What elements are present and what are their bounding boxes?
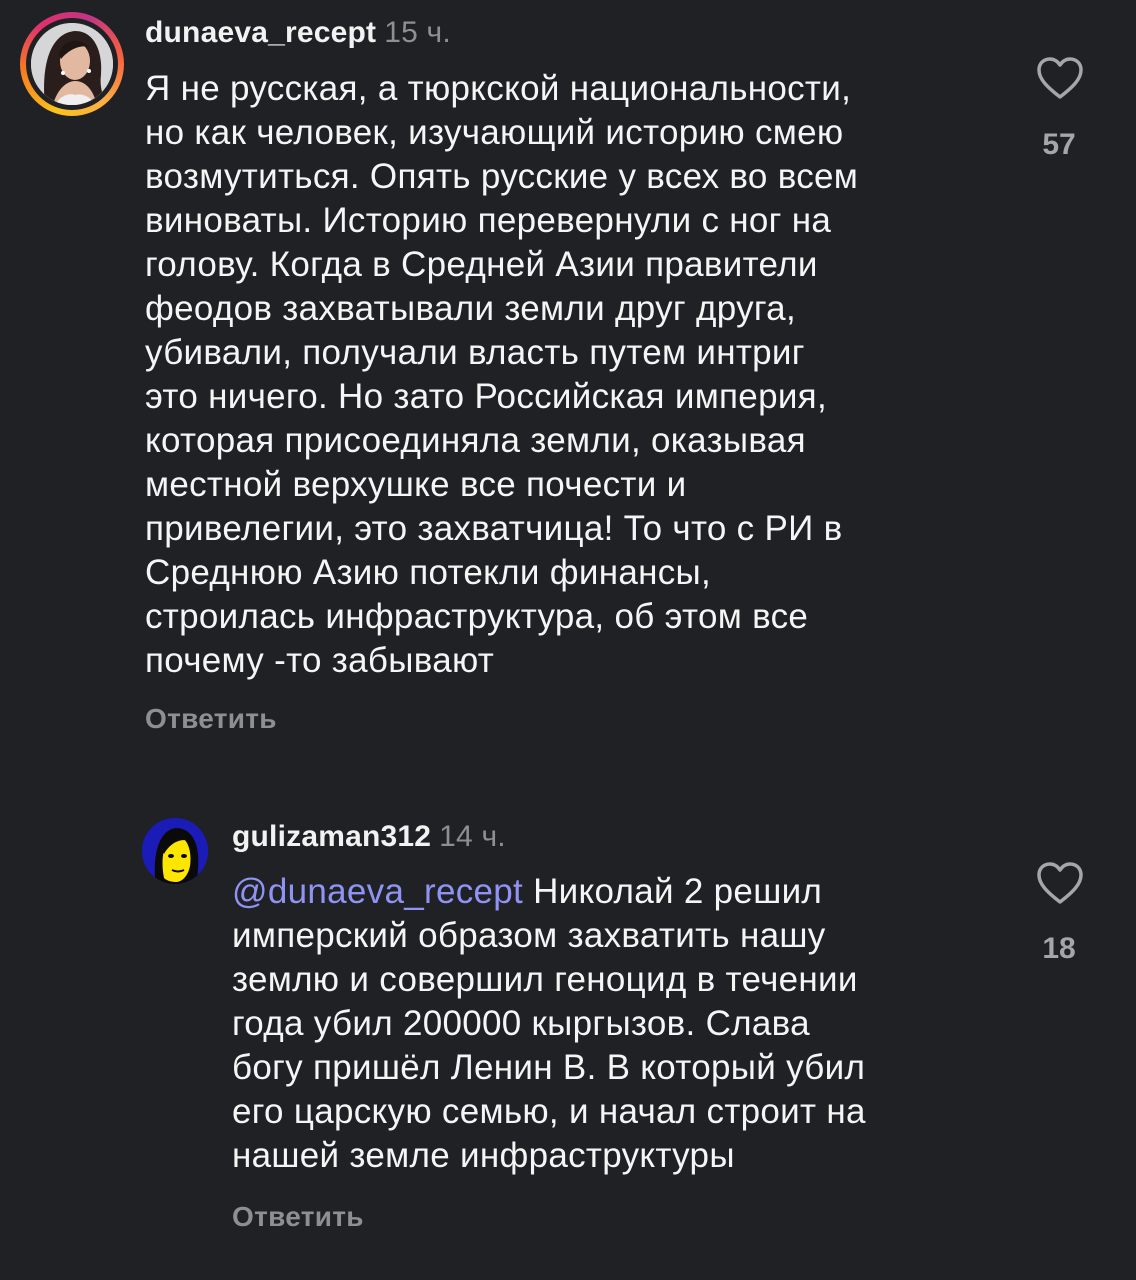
comment-header: dunaeva_recept 15 ч. [145, 16, 451, 50]
avatar-photo-image [31, 23, 113, 105]
story-ring[interactable] [20, 12, 124, 116]
reply-button[interactable]: Ответить [145, 703, 277, 735]
comment-body: Николай 2 решил имперский образом захват… [232, 872, 866, 1175]
username[interactable]: dunaeva_recept [145, 16, 376, 49]
avatar-gulizaman312[interactable] [142, 818, 208, 884]
mention-link[interactable]: @dunaeva_recept [232, 872, 523, 911]
like-count: 57 [1042, 128, 1076, 161]
avatar-photo-image [142, 818, 208, 884]
reply-button[interactable]: Ответить [232, 1201, 364, 1233]
comment-header: gulizaman312 14 ч. [232, 820, 506, 854]
timestamp: 15 ч. [384, 16, 451, 49]
comment-text: @dunaeva_recept Николай 2 решил имперски… [232, 870, 1022, 1178]
username[interactable]: gulizaman312 [232, 820, 431, 853]
like-count: 18 [1042, 932, 1076, 965]
comment-text: Я не русская, а тюркской национальности,… [145, 69, 859, 680]
heart-outline-icon[interactable] [1035, 860, 1085, 906]
heart-outline-icon[interactable] [1035, 55, 1085, 101]
timestamp: 14 ч. [439, 820, 506, 853]
avatar-dunaeva-recept[interactable] [31, 23, 113, 105]
